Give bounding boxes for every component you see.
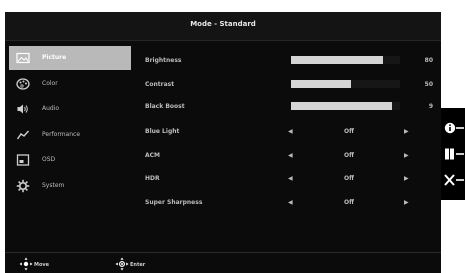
- black-boost-value: 9: [428, 103, 433, 110]
- sidebar-item-label: Picture: [42, 54, 67, 61]
- blue-light-label: Blue Light: [145, 128, 180, 135]
- osd-icon: [16, 154, 30, 166]
- close-icon[interactable]: [443, 172, 465, 188]
- sidebar-item-label: Performance: [42, 130, 81, 138]
- info-icon[interactable]: [443, 120, 465, 136]
- joystick-enter-icon: [115, 257, 129, 271]
- arrow-right-icon[interactable]: ▶: [404, 128, 409, 135]
- performance-icon: [16, 130, 30, 139]
- brightness-slider[interactable]: [291, 56, 400, 64]
- arrow-left-icon[interactable]: ◀: [288, 128, 293, 135]
- black-boost-slider-fill: [291, 102, 393, 110]
- brightness-slider-fill: [291, 56, 383, 64]
- sidebar-item-audio[interactable]: Audio: [9, 97, 131, 121]
- acm-value: Off: [344, 152, 354, 159]
- move-hint: Move: [34, 262, 50, 268]
- contrast-slider-fill: [291, 80, 351, 88]
- contrast-label: Contrast: [145, 81, 175, 88]
- hdr-label: HDR: [145, 175, 160, 182]
- title-bar: Mode - Standard: [5, 12, 441, 41]
- acm-label: ACM: [145, 152, 161, 159]
- footer-divider: [5, 252, 441, 253]
- hdr-value: Off: [344, 175, 354, 182]
- hdr-setting[interactable]: HDR ◀ Off ▶: [141, 172, 441, 186]
- sidebar: Picture Color Audio Performance OSD Syst…: [9, 46, 131, 199]
- arrow-right-icon[interactable]: ▶: [404, 199, 409, 206]
- black-boost-label: Black Boost: [145, 103, 185, 110]
- sidebar-item-label: Color: [42, 79, 58, 87]
- sidebar-item-osd[interactable]: OSD: [9, 148, 131, 172]
- gear-icon: [16, 179, 30, 192]
- black-boost-setting[interactable]: Black Boost 9: [141, 100, 441, 114]
- sidebar-item-label: System: [42, 181, 65, 189]
- arrow-left-icon[interactable]: ◀: [288, 175, 293, 182]
- speaker-icon: [17, 104, 28, 114]
- arrow-right-icon[interactable]: ▶: [404, 152, 409, 159]
- blue-light-setting[interactable]: Blue Light ◀ Off ▶: [141, 125, 441, 139]
- contrast-setting[interactable]: Contrast 50: [141, 78, 441, 92]
- picture-icon: [16, 52, 30, 64]
- sidebar-item-system[interactable]: System: [9, 174, 131, 198]
- brightness-setting[interactable]: Brightness 80: [141, 54, 441, 68]
- input-icon[interactable]: [443, 146, 465, 162]
- sidebar-item-color[interactable]: Color: [9, 72, 131, 96]
- hardware-button-panel: [441, 108, 465, 200]
- sidebar-item-label: OSD: [42, 156, 56, 163]
- brightness-label: Brightness: [145, 57, 182, 64]
- palette-icon: [16, 77, 30, 90]
- osd-menu: Mode - Standard Picture Color Audio Perf…: [5, 12, 441, 273]
- black-boost-slider[interactable]: [291, 102, 400, 110]
- brightness-value: 80: [424, 57, 433, 64]
- sidebar-item-picture[interactable]: Picture: [9, 46, 131, 70]
- acm-setting[interactable]: ACM ◀ Off ▶: [141, 149, 441, 163]
- enter-hint: Enter: [130, 262, 146, 268]
- sidebar-item-label: Audio: [42, 105, 60, 112]
- arrow-right-icon[interactable]: ▶: [404, 175, 409, 182]
- mode-title: Mode - Standard: [190, 20, 256, 28]
- arrow-left-icon[interactable]: ◀: [288, 152, 293, 159]
- blue-light-value: Off: [344, 128, 354, 135]
- arrow-left-icon[interactable]: ◀: [288, 199, 293, 206]
- super-sharpness-value: Off: [344, 199, 354, 206]
- contrast-value: 50: [424, 81, 433, 88]
- super-sharpness-label: Super Sharpness: [145, 199, 203, 206]
- contrast-slider[interactable]: [291, 80, 400, 88]
- joystick-move-icon: [19, 257, 33, 271]
- super-sharpness-setting[interactable]: Super Sharpness ◀ Off ▶: [141, 196, 441, 210]
- sidebar-item-performance[interactable]: Performance: [9, 123, 131, 147]
